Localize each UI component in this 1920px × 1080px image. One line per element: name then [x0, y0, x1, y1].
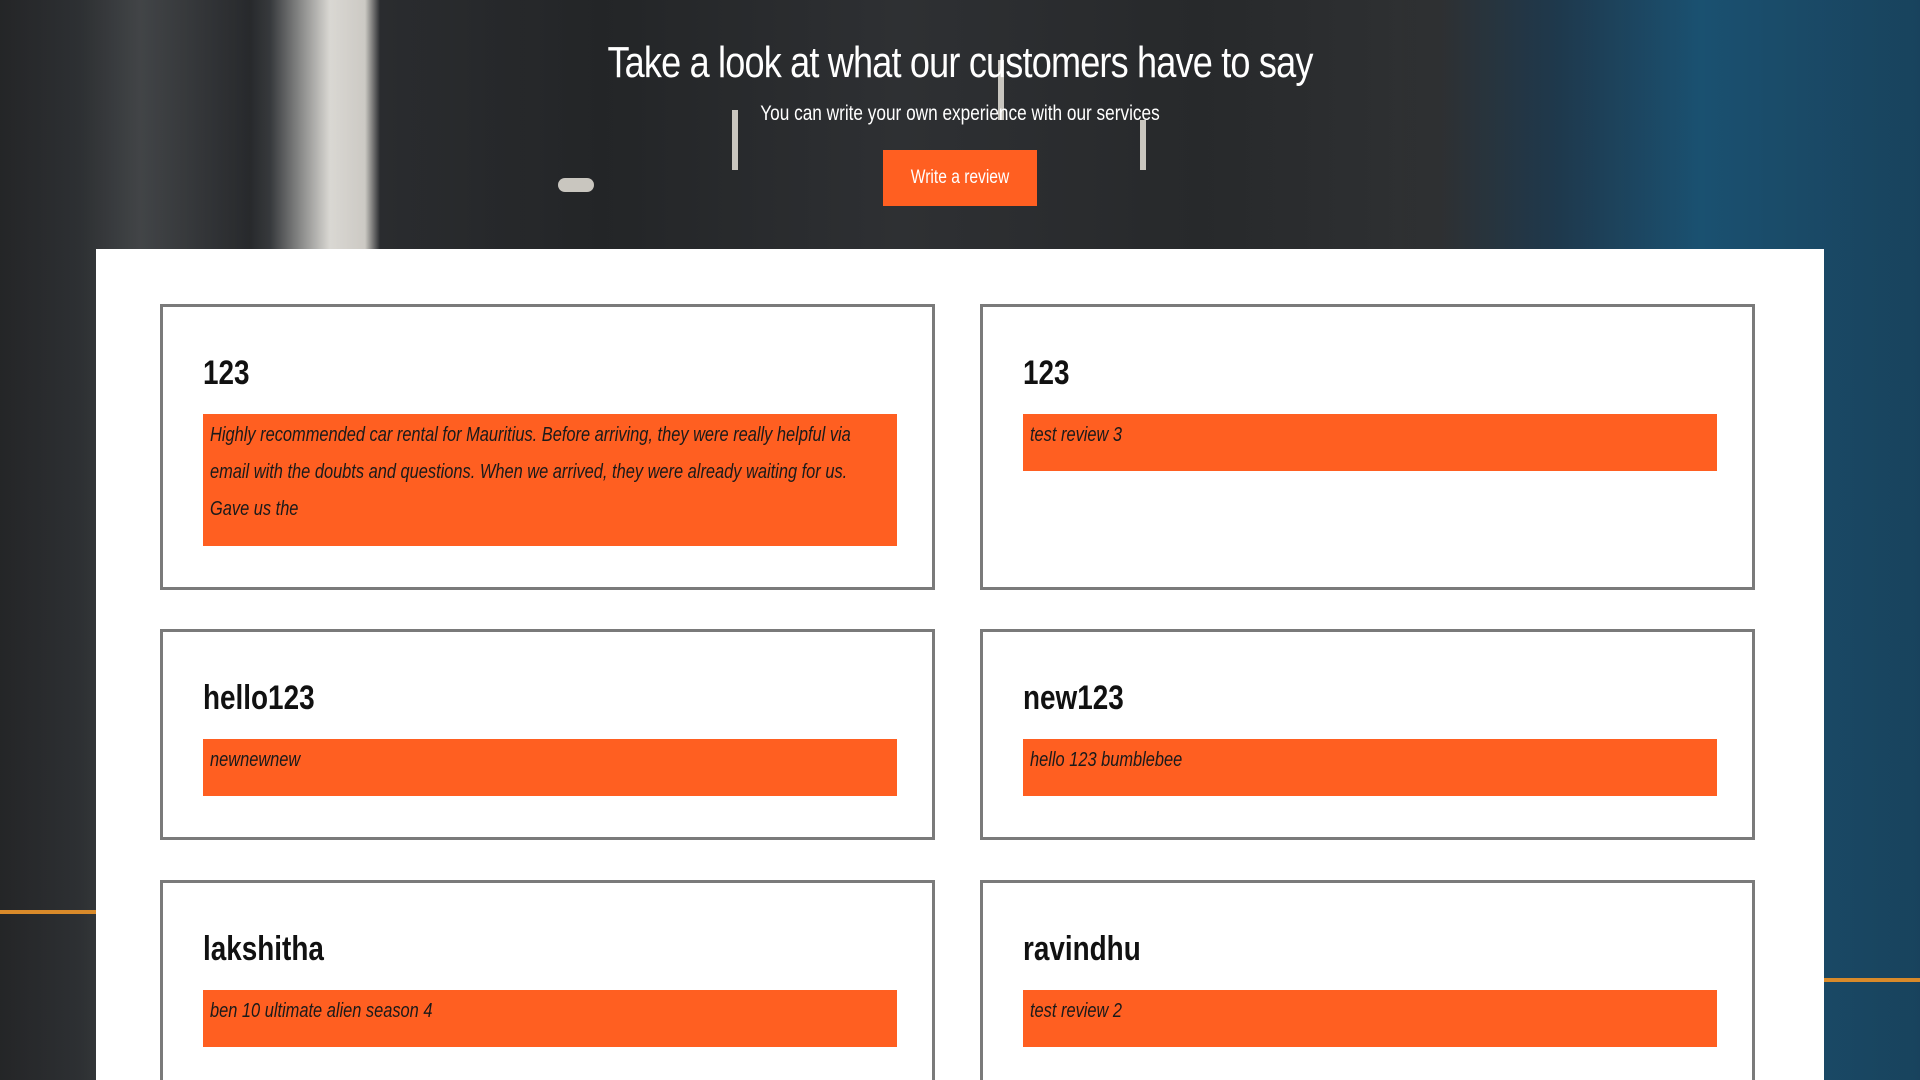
road-marking: [1140, 120, 1146, 170]
reviewer-name: lakshitha: [203, 930, 324, 968]
review-text-content: newnewnew: [210, 749, 301, 771]
review-text: newnewnew: [203, 739, 897, 796]
reviewer-name: 123: [203, 354, 250, 392]
write-review-button[interactable]: Write a review: [883, 150, 1037, 206]
review-text-content: ben 10 ultimate alien season 4: [210, 1000, 433, 1022]
reviewer-name: new123: [1023, 679, 1124, 717]
reviews-panel: 123 Highly recommended car rental for Ma…: [96, 249, 1824, 1080]
page-title: Take a look at what our customers have t…: [607, 38, 1313, 87]
reviewer-name: ravindhu: [1023, 930, 1141, 968]
road-marking: [558, 178, 594, 192]
review-card: new123 hello 123 bumblebee: [980, 629, 1755, 840]
review-text-content: test review 3: [1030, 424, 1123, 446]
page-subtitle: You can write your own experience with o…: [760, 102, 1160, 125]
review-card: 123 Highly recommended car rental for Ma…: [160, 304, 935, 590]
review-text: test review 3: [1023, 414, 1717, 471]
review-text-content: hello 123 bumblebee: [1030, 749, 1183, 771]
road-line: [0, 910, 96, 914]
review-text-content: Highly recommended car rental for Maurit…: [210, 424, 851, 520]
reviewer-name: hello123: [203, 679, 315, 717]
write-review-label: Write a review: [910, 167, 1010, 188]
review-text-content: test review 2: [1030, 1000, 1123, 1022]
review-text: ben 10 ultimate alien season 4: [203, 990, 897, 1047]
review-card: lakshitha ben 10 ultimate alien season 4: [160, 880, 935, 1080]
review-text: Highly recommended car rental for Maurit…: [203, 414, 897, 546]
review-text: hello 123 bumblebee: [1023, 739, 1717, 796]
reviewer-name: 123: [1023, 354, 1070, 392]
review-text: test review 2: [1023, 990, 1717, 1047]
review-card: 123 test review 3: [980, 304, 1755, 590]
review-card: ravindhu test review 2: [980, 880, 1755, 1080]
review-card: hello123 newnewnew: [160, 629, 935, 840]
road-line: [1824, 978, 1920, 982]
